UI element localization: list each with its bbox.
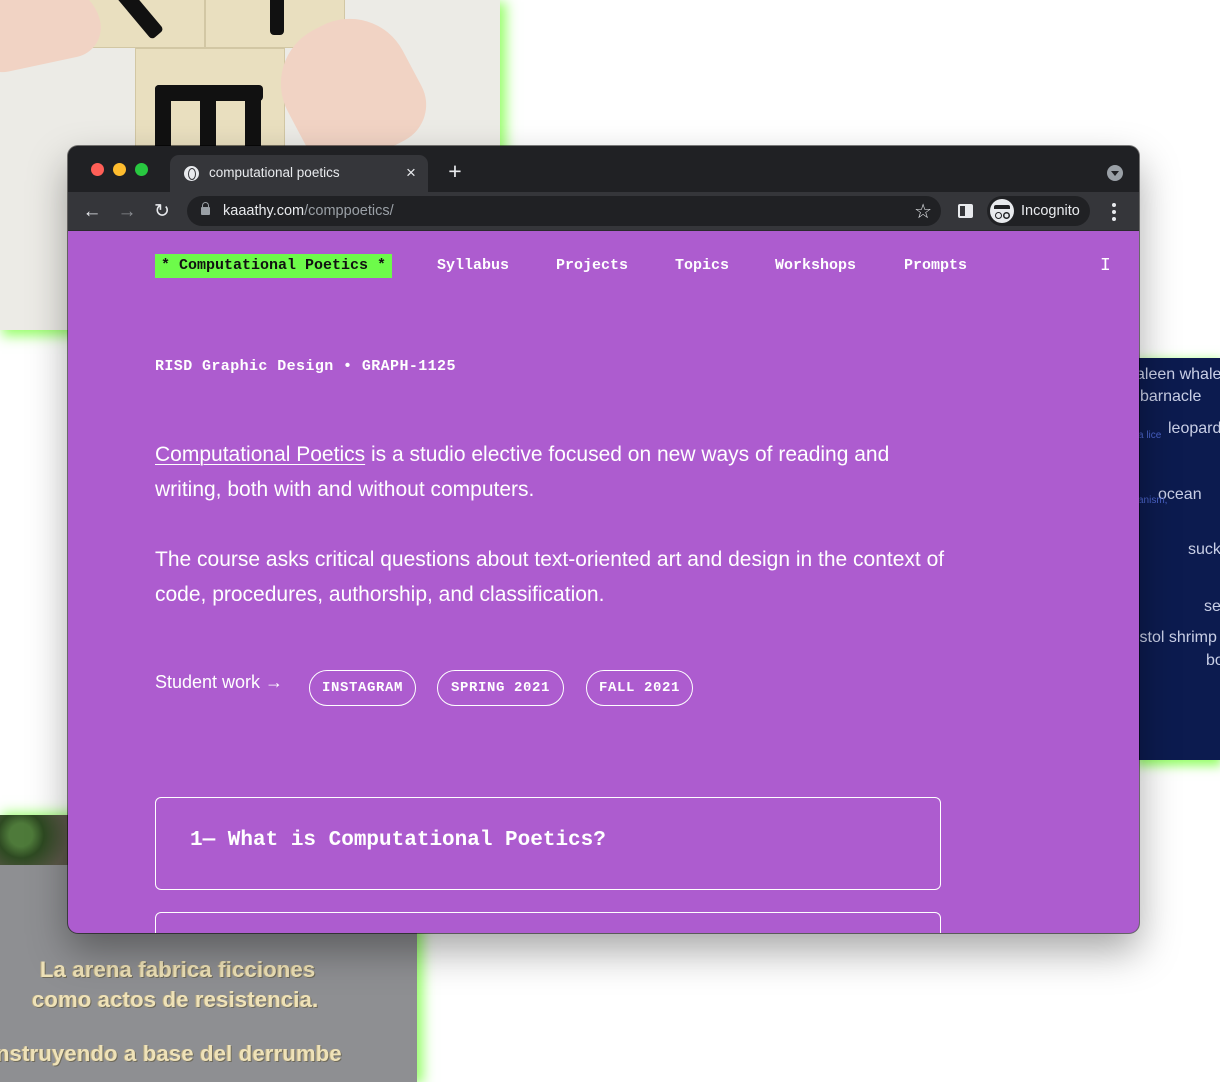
side-panel-icon[interactable] (958, 204, 973, 218)
word-cloud-text: a lice (1138, 430, 1162, 441)
lock-icon[interactable] (201, 202, 210, 215)
word-cloud-text: anism, (1138, 495, 1168, 506)
section-title: 1— What is Computational Poetics? (190, 829, 606, 852)
word-cloud-text: istol shrimp (1138, 629, 1217, 646)
plant-leaves (0, 815, 70, 865)
letter-stroke (200, 85, 216, 155)
letter-stroke (270, 0, 284, 35)
word-cloud-text: bo (1206, 652, 1220, 669)
fall-2021-link[interactable]: FALL 2021 (586, 670, 693, 706)
reload-icon[interactable]: ↻ (149, 199, 175, 225)
more-menu-icon[interactable] (1106, 199, 1122, 225)
stone-text-line: como actos de resistencia. (32, 987, 319, 1012)
instagram-link[interactable]: INSTAGRAM (309, 670, 416, 706)
tab-search-chevron-icon[interactable] (1107, 165, 1123, 181)
course-description: The course asks critical questions about… (155, 548, 945, 606)
minimize-window-button[interactable] (113, 163, 126, 176)
word-cloud-text: aleen whale (1138, 366, 1220, 383)
new-tab-icon[interactable]: + (442, 159, 468, 185)
hand-left (0, 0, 107, 78)
section-accordion-next[interactable] (155, 912, 941, 933)
browser-window: computational poetics × + ← → ↻ kaaathy.… (68, 146, 1139, 933)
student-work-label: Student work → (155, 672, 284, 692)
zoom-window-button[interactable] (135, 163, 148, 176)
url-domain: kaaathy.com (223, 203, 305, 219)
url-path: /comppoetics/ (304, 203, 394, 219)
bookmark-star-icon[interactable]: ☆ (914, 199, 932, 224)
nav-projects[interactable]: Projects (556, 254, 628, 278)
nav-topics[interactable]: Topics (675, 254, 729, 278)
address-bar[interactable]: kaaathy.com/comppoetics/ ☆ (187, 196, 941, 226)
profile-button[interactable]: Incognito (987, 196, 1090, 226)
close-tab-icon[interactable]: × (400, 162, 422, 184)
browser-toolbar: ← → ↻ kaaathy.com/comppoetics/ ☆ Incogni… (68, 192, 1139, 231)
page-viewport: * Computational Poetics * Syllabus Proje… (68, 231, 1139, 933)
nav-workshops[interactable]: Workshops (775, 254, 856, 278)
word-cloud-text: se (1204, 598, 1220, 615)
intro-link[interactable]: Computational Poetics (155, 443, 365, 466)
nav-prompts[interactable]: Prompts (904, 254, 967, 278)
close-window-button[interactable] (91, 163, 104, 176)
text-cursor-icon: I (1100, 256, 1111, 276)
word-cloud-text: leopard (1168, 420, 1220, 437)
stone-text-line: nstruyendo a base del derrumbe (0, 1041, 342, 1066)
letter-stroke (155, 85, 171, 155)
site-brand-link[interactable]: * Computational Poetics * (155, 254, 393, 278)
letter-stroke (245, 85, 261, 155)
course-meta: RISD Graphic Design • GRAPH-1125 (155, 358, 456, 375)
url-text[interactable]: kaaathy.com/comppoetics/ (223, 203, 394, 219)
back-arrow-icon[interactable]: ← (79, 199, 105, 225)
incognito-icon (990, 199, 1014, 223)
stone-text-line: La arena fabrica ficciones (40, 957, 316, 982)
background-word-cloud: aleen whale barnacle leopard a lice ocea… (1138, 358, 1220, 760)
student-work-row: Student work → INSTAGRAM SPRING 2021 FAL… (155, 670, 855, 706)
nav-syllabus[interactable]: Syllabus (437, 254, 509, 278)
tab-active[interactable]: computational poetics × (170, 155, 428, 192)
tab-title: computational poetics (209, 165, 340, 180)
spring-2021-link[interactable]: SPRING 2021 (437, 670, 564, 706)
word-cloud-text: barnacle (1140, 388, 1202, 405)
tab-strip: computational poetics × + (68, 146, 1139, 192)
profile-label: Incognito (1021, 203, 1080, 219)
site-nav: * Computational Poetics * Syllabus Proje… (155, 254, 1055, 278)
intro-paragraph: Computational Poetics is a studio electi… (155, 437, 945, 507)
word-cloud-text: suck (1188, 541, 1220, 558)
globe-icon (184, 166, 199, 181)
section-accordion[interactable]: 1— What is Computational Poetics? (155, 797, 941, 890)
forward-arrow-icon[interactable]: → (114, 199, 140, 225)
